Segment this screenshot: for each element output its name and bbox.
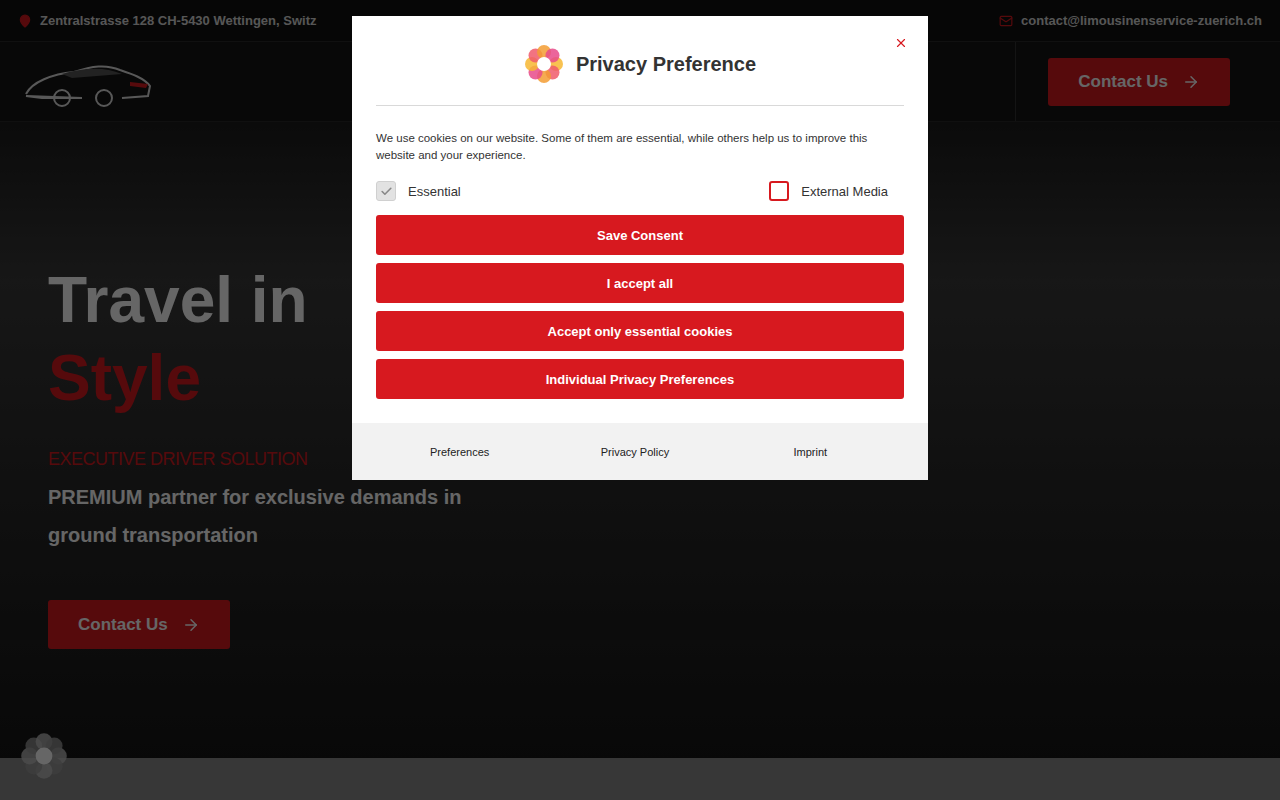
modal-overlay: Privacy Preference We use cookies on our … [0, 0, 1280, 800]
consent-button[interactable]: I accept all [376, 263, 904, 303]
footer-link[interactable]: Imprint [723, 446, 898, 458]
footer-link[interactable]: Privacy Policy [547, 446, 722, 458]
modal-footer: PreferencesPrivacy PolicyImprint [352, 423, 928, 480]
modal-title: Privacy Preference [576, 44, 756, 84]
checkbox [376, 181, 396, 201]
consent-button[interactable]: Accept only essential cookies [376, 311, 904, 351]
consent-options: Essential External Media [376, 181, 904, 201]
footer-link[interactable]: Preferences [372, 446, 547, 458]
consent-button[interactable]: Save Consent [376, 215, 904, 255]
modal-header: Privacy Preference [376, 40, 904, 106]
privacy-modal: Privacy Preference We use cookies on our … [352, 16, 928, 480]
privacy-logo-icon [524, 44, 564, 84]
consent-button[interactable]: Individual Privacy Preferences [376, 359, 904, 399]
checkbox[interactable] [769, 181, 789, 201]
consent-buttons: Save Consent I accept all Accept only esse… [376, 215, 904, 399]
close-icon [894, 36, 908, 50]
consent-option[interactable]: External Media [769, 181, 888, 201]
modal-description: We use cookies on our website. Some of t… [376, 130, 904, 164]
page: Zentralstrasse 128 CH-5430 Wettingen, Sw… [0, 0, 1280, 800]
consent-option: Essential [376, 181, 461, 201]
check-icon [380, 185, 393, 198]
close-button[interactable] [892, 34, 910, 52]
